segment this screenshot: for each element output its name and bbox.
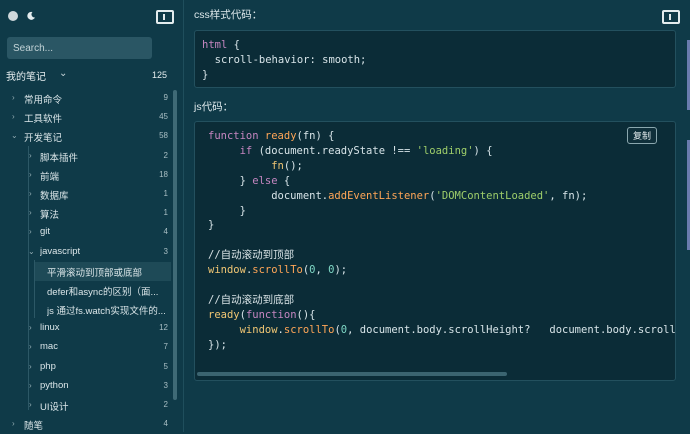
note-item-defer-async[interactable]: defer和async的区别（面... xyxy=(35,281,171,300)
note-item-smooth-scroll[interactable]: 平滑滚动到顶部或底部 xyxy=(35,261,171,281)
collapse-icon[interactable]: ⌄ xyxy=(59,68,67,79)
chevron-right-icon: › xyxy=(29,361,32,371)
outline-toggle-icon[interactable] xyxy=(662,10,680,24)
search-input[interactable] xyxy=(7,37,152,59)
circle-icon[interactable] xyxy=(8,11,18,21)
tree-item-common-commands[interactable]: › 常用命令 9 xyxy=(0,89,178,108)
chevron-right-icon: › xyxy=(29,208,32,218)
tree-item-mac[interactable]: › mac 7 xyxy=(0,338,178,357)
window-controls xyxy=(8,11,36,21)
tree-item-algorithm[interactable]: › 算法 1 xyxy=(0,204,178,223)
notes-count: 125 xyxy=(151,70,167,80)
js-code-block[interactable]: 复制 function ready(fn) { if (document.rea… xyxy=(194,121,676,381)
css-code-block[interactable]: html { scroll-behavior: smooth; } xyxy=(194,30,676,88)
tree-item-scripts[interactable]: › 脚本插件 2 xyxy=(0,147,178,166)
sidebar: 我的笔记 ⌄ 125 › 常用命令 9 › 工具软件 45 ⌄ 开发笔记 58 … xyxy=(0,0,184,432)
css-section-label: css样式代码： xyxy=(194,9,263,21)
tree-item-git[interactable]: › git 4 xyxy=(0,223,178,242)
tree-item-python[interactable]: › python 3 xyxy=(0,377,178,396)
chevron-right-icon: › xyxy=(29,342,32,352)
js-section-label: js代码： xyxy=(194,101,234,113)
tree-item-tools[interactable]: › 工具软件 45 xyxy=(0,108,178,127)
sidebar-scrollbar[interactable] xyxy=(173,90,177,400)
tree-item-database[interactable]: › 数据库 1 xyxy=(0,185,178,204)
notes-tree: › 常用命令 9 › 工具软件 45 ⌄ 开发笔记 58 › 脚本插件 2 › … xyxy=(0,89,178,434)
chevron-right-icon: › xyxy=(29,150,32,160)
tree-item-ui-design[interactable]: › UI设计 2 xyxy=(0,396,178,415)
chevron-right-icon: › xyxy=(12,112,15,122)
moon-icon[interactable] xyxy=(26,11,36,21)
chevron-right-icon: › xyxy=(12,419,15,429)
note-content: css样式代码： html { scroll-behavior: smooth;… xyxy=(184,0,690,432)
notes-title: 我的笔记 xyxy=(6,72,46,83)
tree-item-javascript[interactable]: ⌄ javascript 3 xyxy=(0,243,178,262)
tree-item-frontend[interactable]: › 前端 18 xyxy=(0,166,178,185)
code-horizontal-scrollbar[interactable] xyxy=(197,372,507,376)
chevron-right-icon: › xyxy=(29,400,32,409)
notes-header[interactable]: 我的笔记 ⌄ 125 xyxy=(6,68,171,84)
chevron-right-icon: › xyxy=(29,380,32,390)
chevron-right-icon: › xyxy=(29,323,32,333)
chevron-down-icon: ⌄ xyxy=(28,246,35,256)
sidebar-toggle-icon[interactable] xyxy=(156,10,174,24)
tree-item-essays[interactable]: › 随笔 4 xyxy=(0,415,178,434)
chevron-right-icon: › xyxy=(29,227,32,237)
chevron-right-icon: › xyxy=(29,169,32,179)
chevron-down-icon: ⌄ xyxy=(11,131,18,141)
tree-item-linux[interactable]: › linux 12 xyxy=(0,319,178,338)
tree-item-dev-notes[interactable]: ⌄ 开发笔记 58 xyxy=(0,127,178,146)
chevron-right-icon: › xyxy=(29,188,32,198)
chevron-right-icon: › xyxy=(12,93,15,102)
copy-button[interactable]: 复制 xyxy=(626,127,657,144)
tree-item-php[interactable]: › php 5 xyxy=(0,358,178,377)
note-item-fs-watch[interactable]: js 通过fs.watch实现文件的... xyxy=(35,300,171,319)
